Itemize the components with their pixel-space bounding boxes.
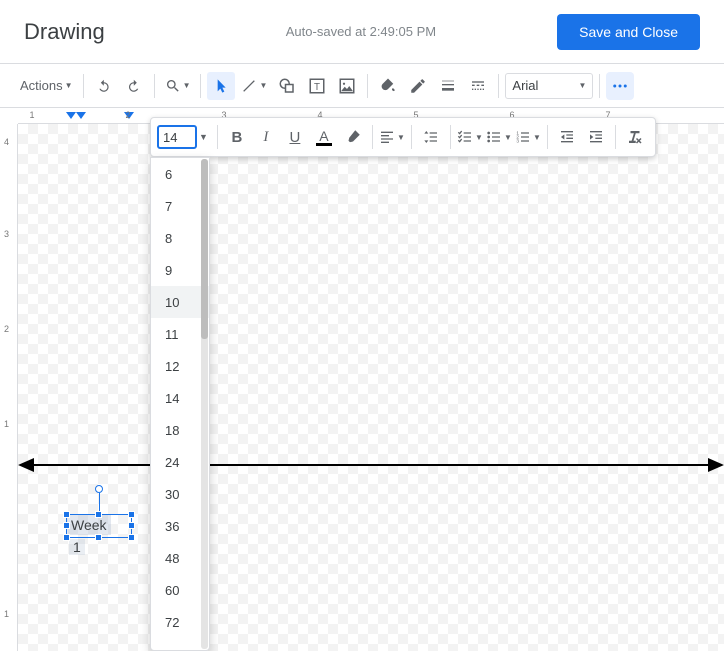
underline-button[interactable]: U xyxy=(281,123,309,151)
vertical-ruler: 4 3 2 1 1 xyxy=(0,124,18,651)
ruler-v-number: 1 xyxy=(4,419,9,429)
resize-handle-ne[interactable] xyxy=(128,511,135,518)
selected-textbox[interactable]: Week 1 xyxy=(66,514,132,538)
ruler-v-number: 2 xyxy=(4,324,9,334)
image-tool[interactable] xyxy=(333,72,361,100)
textbox-text-line2[interactable]: 1 xyxy=(69,539,85,555)
zoom-button[interactable]: ▼ xyxy=(161,72,195,100)
font-family-select[interactable]: Arial▼ xyxy=(505,73,593,99)
save-and-close-button[interactable]: Save and Close xyxy=(557,14,700,50)
font-size-dropdown[interactable]: 6789101112141824303648607296 xyxy=(150,157,210,651)
border-weight-button[interactable] xyxy=(434,72,462,100)
textbox-tool[interactable]: T xyxy=(303,72,331,100)
more-options-button[interactable] xyxy=(606,72,634,100)
textbox-text-line1[interactable]: Week xyxy=(67,515,111,535)
line-arrowhead-right xyxy=(708,458,724,472)
ruler-v-number: 1 xyxy=(4,609,9,619)
redo-button[interactable] xyxy=(120,72,148,100)
align-button[interactable]: ▼ xyxy=(378,123,406,151)
separator xyxy=(217,125,218,149)
checklist-button[interactable]: ▼ xyxy=(456,123,484,151)
undo-button[interactable] xyxy=(90,72,118,100)
svg-text:T: T xyxy=(314,81,320,92)
separator xyxy=(547,125,548,149)
text-color-button[interactable]: A xyxy=(310,123,338,151)
border-dash-button[interactable] xyxy=(464,72,492,100)
resize-handle-n[interactable] xyxy=(95,511,102,518)
line-spacing-button[interactable] xyxy=(417,123,445,151)
text-format-toolbar: ▼ B I U A ▼ ▼ ▼ 123▼ xyxy=(150,117,656,157)
ruler-h-number: 1 xyxy=(29,110,34,120)
fill-color-button[interactable] xyxy=(374,72,402,100)
resize-handle-nw[interactable] xyxy=(63,511,70,518)
separator xyxy=(599,74,600,98)
highlight-color-button[interactable] xyxy=(339,123,367,151)
ruler-h-number: 2 xyxy=(125,110,130,120)
dropdown-scrollbar-thumb[interactable] xyxy=(201,159,208,339)
border-color-button[interactable] xyxy=(404,72,432,100)
main-toolbar: Actions▼ ▼ ▼ T Arial▼ xyxy=(0,64,724,108)
dialog-header: Drawing Auto-saved at 2:49:05 PM Save an… xyxy=(0,0,724,64)
separator xyxy=(154,74,155,98)
resize-handle-e[interactable] xyxy=(128,522,135,529)
resize-handle-s[interactable] xyxy=(95,534,102,541)
dialog-title: Drawing xyxy=(24,19,105,45)
line-tool[interactable]: ▼ xyxy=(237,72,271,100)
separator xyxy=(372,125,373,149)
resize-handle-sw[interactable] xyxy=(63,534,70,541)
ruler-v-number: 3 xyxy=(4,229,9,239)
separator xyxy=(498,74,499,98)
indent-marker-left[interactable] xyxy=(66,112,76,119)
separator xyxy=(367,74,368,98)
rotation-handle[interactable] xyxy=(95,485,103,493)
indent-marker-first[interactable] xyxy=(76,112,86,119)
decrease-indent-button[interactable] xyxy=(553,123,581,151)
drawing-canvas[interactable]: Week 1 xyxy=(18,124,724,651)
svg-text:3: 3 xyxy=(516,138,519,143)
resize-handle-se[interactable] xyxy=(128,534,135,541)
resize-handle-w[interactable] xyxy=(63,522,70,529)
line-arrowhead-left xyxy=(18,458,34,472)
numbered-list-button[interactable]: 123▼ xyxy=(514,123,542,151)
bulleted-list-button[interactable]: ▼ xyxy=(485,123,513,151)
increase-indent-button[interactable] xyxy=(582,123,610,151)
autosave-status: Auto-saved at 2:49:05 PM xyxy=(105,24,557,39)
separator xyxy=(200,74,201,98)
separator xyxy=(450,125,451,149)
clear-formatting-button[interactable] xyxy=(621,123,649,151)
shape-tool[interactable] xyxy=(273,72,301,100)
separator xyxy=(615,125,616,149)
bold-button[interactable]: B xyxy=(223,123,251,151)
rotation-connector xyxy=(99,493,100,511)
font-size-input[interactable] xyxy=(157,125,197,149)
select-tool[interactable] xyxy=(207,72,235,100)
shape-line[interactable] xyxy=(24,464,718,466)
separator xyxy=(83,74,84,98)
actions-menu[interactable]: Actions▼ xyxy=(16,72,77,100)
font-size-dropdown-icon[interactable]: ▼ xyxy=(199,132,208,142)
separator xyxy=(411,125,412,149)
ruler-v-number: 4 xyxy=(4,137,9,147)
italic-button[interactable]: I xyxy=(252,123,280,151)
